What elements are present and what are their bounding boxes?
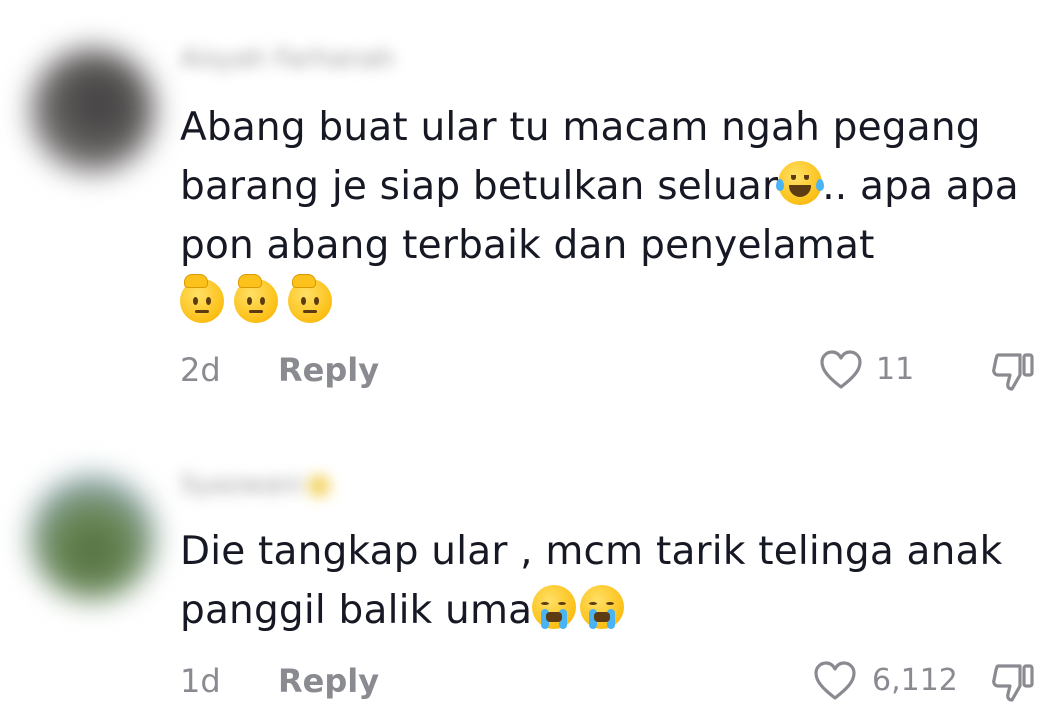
username[interactable]: Syazwani: [180, 470, 331, 500]
heart-outline-icon[interactable]: [812, 660, 858, 702]
badge-icon: [308, 474, 331, 497]
saluting-face-emoji: [180, 274, 224, 323]
comment-1-actions: 2d Reply 11: [0, 345, 1060, 395]
comment-text: Abang buat ular tu macam ngah pegang bar…: [180, 98, 1040, 334]
thumbs-down-icon[interactable]: [988, 658, 1040, 706]
comment-time: 2d: [180, 351, 221, 389]
loudly-crying-face-emoji: [580, 585, 625, 629]
username[interactable]: Aisyah Farhanah: [180, 44, 395, 74]
username-text: Syazwani: [180, 470, 303, 500]
thumbs-down-icon[interactable]: [988, 347, 1040, 395]
avatar[interactable]: [30, 48, 155, 173]
comment-text: Die tangkap ular , mcm tarik telinga ana…: [180, 522, 1040, 640]
loudly-crying-face-emoji: [532, 585, 577, 629]
saluting-face-emoji: [234, 274, 278, 323]
heart-outline-icon[interactable]: [818, 349, 864, 391]
face-with-tears-of-joy-emoji: [776, 161, 825, 205]
reply-button[interactable]: Reply: [278, 351, 379, 389]
comment-time: 1d: [180, 662, 221, 700]
saluting-face-emoji: [288, 274, 332, 323]
avatar[interactable]: [30, 475, 155, 600]
like-count: 11: [876, 352, 915, 387]
reply-button[interactable]: Reply: [278, 662, 379, 700]
comments-page: Aisyah Farhanah Abang buat ular tu macam…: [0, 0, 1060, 723]
like-count: 6,112: [872, 663, 958, 698]
comment-2-actions: 1d Reply 6,112: [0, 656, 1060, 706]
